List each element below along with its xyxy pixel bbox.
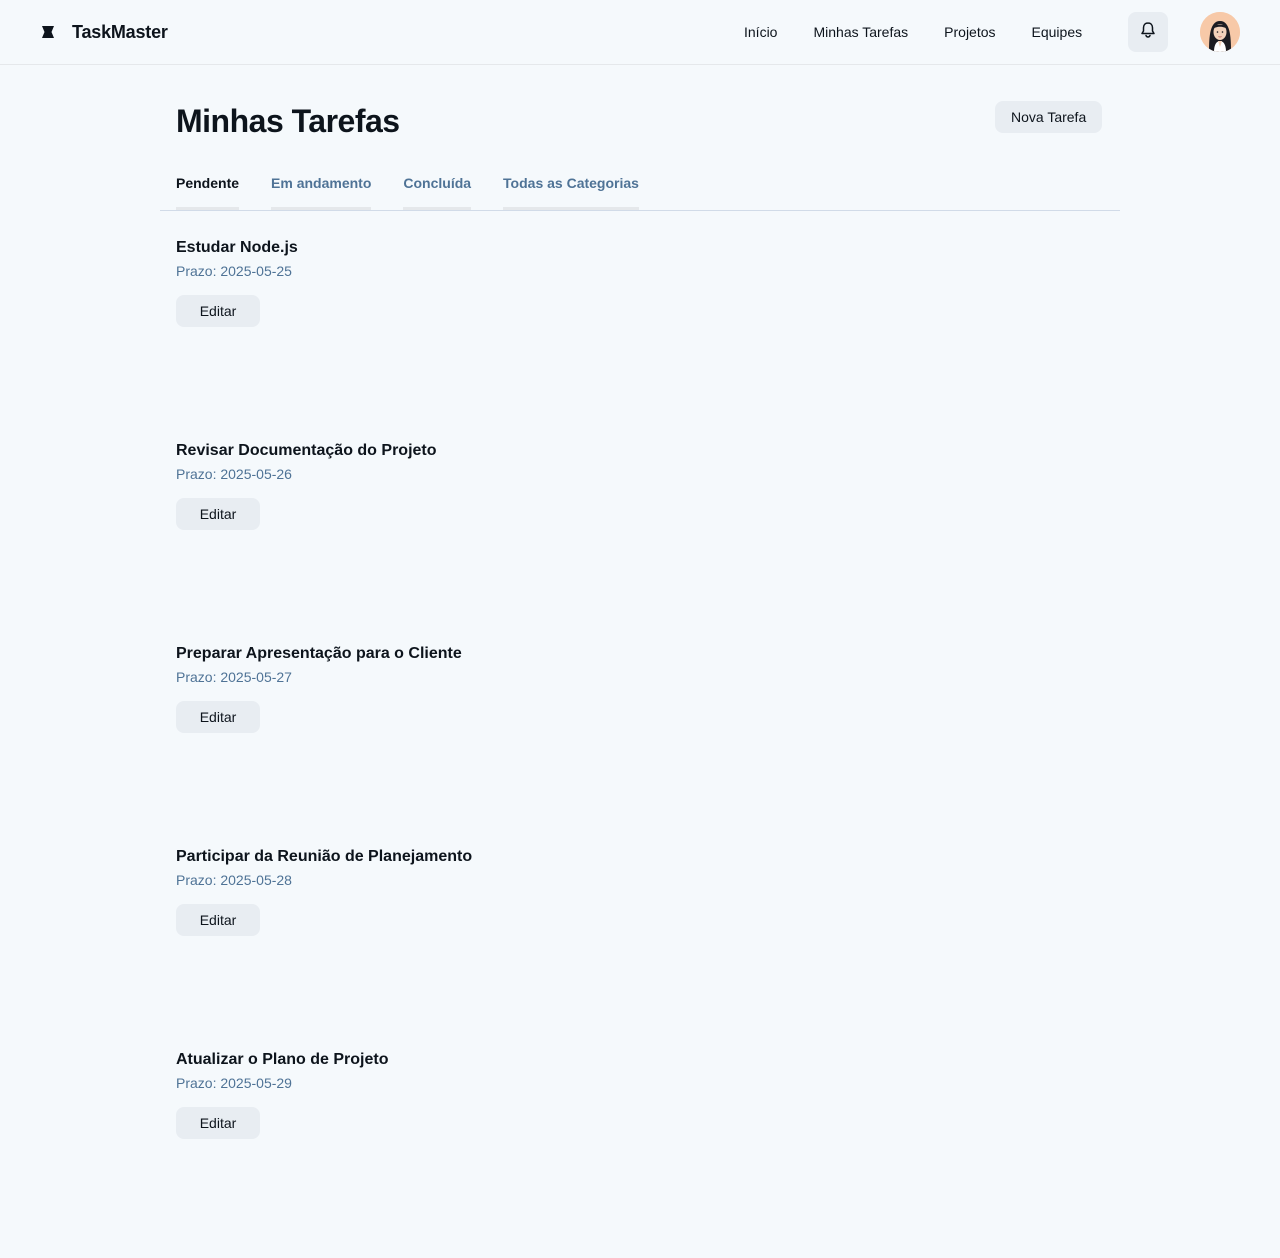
page-title: Minhas Tarefas <box>176 103 400 139</box>
task-title: Estudar Node.js <box>176 239 298 256</box>
task-item: Participar da Reunião de Planejamento Pr… <box>176 845 1076 936</box>
tab-pendente[interactable]: Pendente <box>176 165 240 210</box>
nav-link-equipes[interactable]: Equipes <box>1032 22 1083 42</box>
task-item: Revisar Documentação do Projeto Prazo: 2… <box>176 439 1076 530</box>
bell-icon <box>1138 20 1158 45</box>
task-item: Estudar Node.js Prazo: 2025-05-25 Editar <box>176 236 1076 327</box>
top-navigation-bar: TaskMaster Início Minhas Tarefas Projeto… <box>0 0 1280 65</box>
brand-name: TaskMaster <box>72 21 168 42</box>
nav-link-projetos[interactable]: Projetos <box>944 22 995 42</box>
task-title: Participar da Reunião de Planejamento <box>176 848 473 865</box>
task-item: Atualizar o Plano de Projeto Prazo: 2025… <box>176 1048 1076 1139</box>
user-avatar[interactable] <box>1200 12 1240 52</box>
task-status-tabs: Pendente Em andamento Concluída Todas as… <box>160 165 1120 211</box>
task-due-date: Prazo: 2025-05-28 <box>176 872 292 888</box>
edit-task-button[interactable]: Editar <box>176 1107 260 1139</box>
tab-todas-as-categorias[interactable]: Todas as Categorias <box>503 165 639 210</box>
nav-link-inicio[interactable]: Início <box>744 22 777 42</box>
logo-icon <box>40 24 56 40</box>
tab-em-andamento[interactable]: Em andamento <box>271 165 372 210</box>
main-nav: Início Minhas Tarefas Projetos Equipes <box>744 22 1082 42</box>
edit-task-button[interactable]: Editar <box>176 701 260 733</box>
task-due-date: Prazo: 2025-05-25 <box>176 263 292 279</box>
nav-link-minhas-tarefas[interactable]: Minhas Tarefas <box>813 22 908 42</box>
edit-task-button[interactable]: Editar <box>176 498 260 530</box>
task-due-date: Prazo: 2025-05-29 <box>176 1075 292 1091</box>
tab-concluida[interactable]: Concluída <box>403 165 472 210</box>
task-due-date: Prazo: 2025-05-27 <box>176 669 292 685</box>
edit-task-button[interactable]: Editar <box>176 295 260 327</box>
brand[interactable]: TaskMaster <box>40 19 168 45</box>
new-task-button[interactable]: Nova Tarefa <box>995 101 1103 133</box>
edit-task-button[interactable]: Editar <box>176 904 260 936</box>
task-title: Preparar Apresentação para o Cliente <box>176 645 462 662</box>
task-title: Revisar Documentação do Projeto <box>176 442 437 459</box>
notifications-button[interactable] <box>1128 12 1168 52</box>
task-title: Atualizar o Plano de Projeto <box>176 1051 389 1068</box>
task-due-date: Prazo: 2025-05-26 <box>176 466 292 482</box>
task-item: Preparar Apresentação para o Cliente Pra… <box>176 642 1076 733</box>
